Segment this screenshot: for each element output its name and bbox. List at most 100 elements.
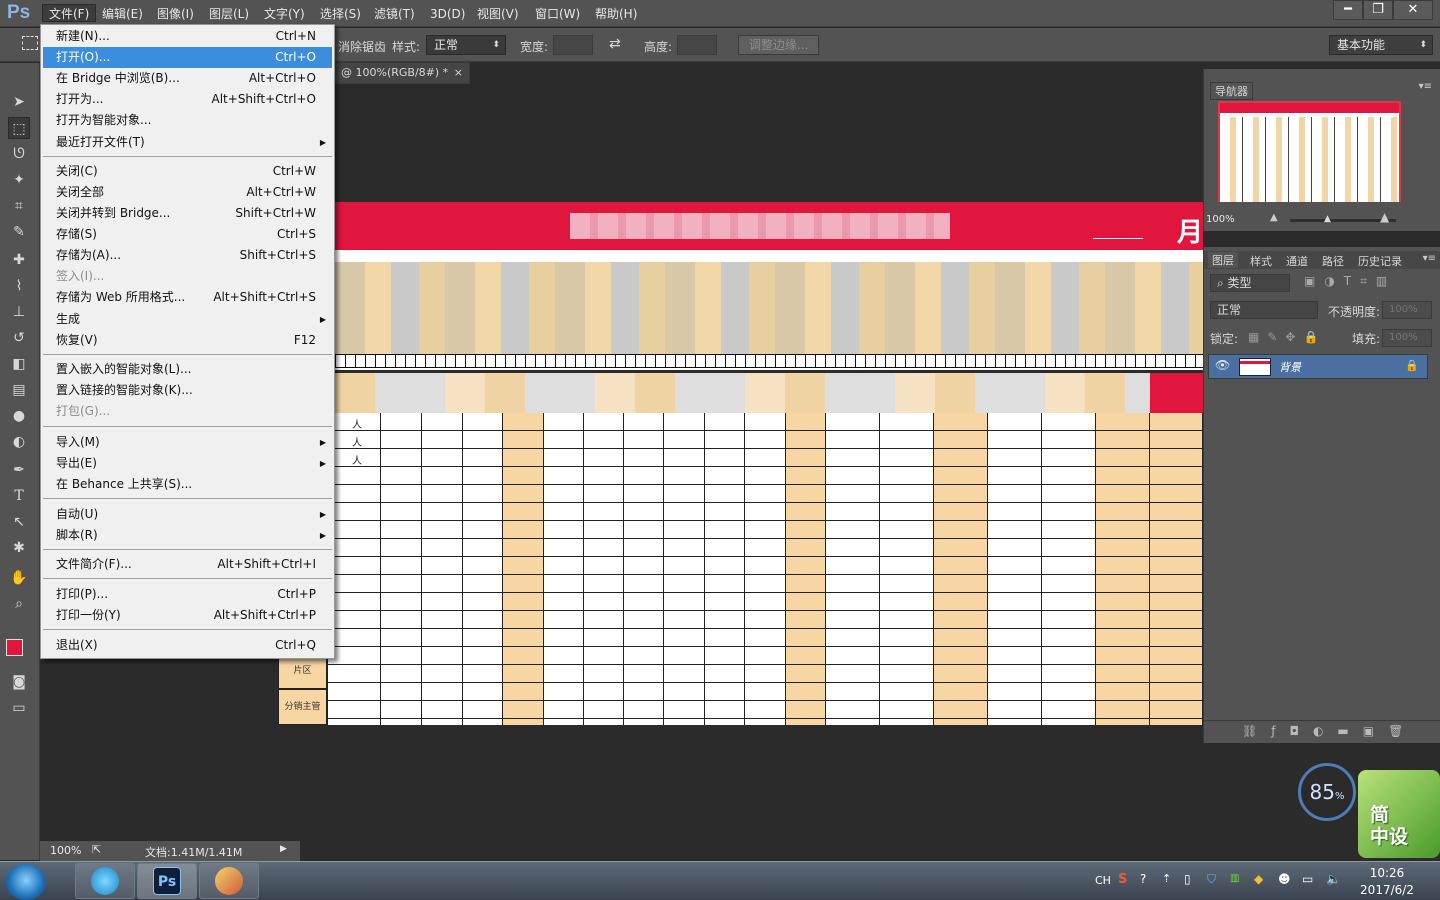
taskbar-app-paint[interactable] bbox=[199, 863, 259, 899]
layer-row-background[interactable]: 👁 背景 🔒 bbox=[1208, 354, 1428, 379]
close-button[interactable]: ✕ bbox=[1393, 0, 1433, 20]
style-select[interactable]: 正常 ⬍ bbox=[426, 35, 506, 55]
menu-window[interactable]: 窗口(W) bbox=[529, 5, 586, 23]
menu-file[interactable]: 文件(F) bbox=[42, 4, 97, 22]
minimize-button[interactable]: ━ bbox=[1333, 0, 1363, 20]
panel-menu-icon[interactable]: ▾≡ bbox=[1419, 81, 1432, 92]
magic-wand-icon[interactable]: ✦ bbox=[8, 169, 30, 191]
blur-tool-icon[interactable]: ● bbox=[8, 405, 30, 427]
hand-tool-icon[interactable]: ✋ bbox=[8, 567, 30, 589]
marquee-tool-icon[interactable]: ⬚ bbox=[8, 117, 30, 139]
help-icon[interactable]: ? bbox=[1140, 872, 1146, 886]
tab-styles[interactable]: 样式 bbox=[1250, 253, 1272, 269]
menu-item-place-embedded[interactable]: 置入嵌入的智能对象(L)... bbox=[43, 359, 332, 380]
zoom-tool-icon[interactable]: ⌕ bbox=[8, 593, 30, 615]
menu-item-revert[interactable]: 恢复(V) F12 bbox=[43, 330, 332, 351]
document-tab[interactable]: @ 100%(RGB/8#) * × bbox=[330, 62, 470, 84]
gradient-tool-icon[interactable]: ▤ bbox=[8, 379, 30, 401]
tab-paths[interactable]: 路径 bbox=[1322, 253, 1344, 269]
menu-item-print[interactable]: 打印(P)... Ctrl+P bbox=[43, 584, 332, 605]
menu-item-place-linked[interactable]: 置入链接的智能对象(K)... bbox=[43, 380, 332, 401]
menu-item-generate[interactable]: 生成 ▶ bbox=[43, 309, 332, 330]
menu-help[interactable]: 帮助(H) bbox=[589, 5, 643, 23]
layer-filter-select[interactable]: ⌕ 类型 bbox=[1210, 274, 1290, 292]
status-zoom[interactable]: 100% bbox=[50, 844, 81, 857]
menu-filter[interactable]: 滤镜(T) bbox=[368, 5, 421, 23]
menu-select[interactable]: 选择(S) bbox=[314, 5, 367, 23]
stamp-tool-icon[interactable]: ⊥ bbox=[8, 301, 30, 323]
navigator-thumbnail[interactable] bbox=[1218, 101, 1401, 202]
ime-indicator[interactable]: CH bbox=[1095, 874, 1111, 887]
layer-name[interactable]: 背景 bbox=[1279, 359, 1301, 375]
menu-item-export[interactable]: 导出(E) ▶ bbox=[43, 453, 332, 474]
height-input[interactable] bbox=[677, 35, 717, 55]
history-brush-icon[interactable]: ↺ bbox=[8, 327, 30, 349]
fill-input[interactable]: 100% bbox=[1382, 329, 1432, 347]
qq-icon[interactable]: ☻ bbox=[1278, 872, 1291, 886]
workspace-select[interactable]: 基本功能 ⬍ bbox=[1329, 35, 1433, 55]
menu-item-close[interactable]: 关闭(C) Ctrl+W bbox=[43, 161, 332, 182]
menu-item-browse-bridge[interactable]: 在 Bridge 中浏览(B)... Alt+Ctrl+O bbox=[43, 68, 332, 89]
eraser-icon[interactable]: ◧ bbox=[8, 353, 30, 375]
performance-gauge[interactable]: 85% bbox=[1298, 763, 1356, 821]
menu-item-open[interactable]: 打开(O)... Ctrl+O bbox=[43, 47, 332, 68]
quick-mask-icon[interactable]: ◙ bbox=[8, 671, 30, 693]
screen-mode-icon[interactable]: ▭ bbox=[8, 697, 30, 719]
layer-action-icons[interactable]: ⛓ƒ◘◐▬▣🗑 bbox=[1242, 724, 1417, 738]
opacity-input[interactable]: 100% bbox=[1382, 301, 1432, 319]
swap-icon[interactable]: ⇄ bbox=[609, 36, 621, 52]
width-input[interactable] bbox=[553, 35, 593, 55]
slider-handle-icon[interactable]: ▲ bbox=[1324, 214, 1331, 224]
eyedropper-icon[interactable]: ✎ bbox=[8, 221, 30, 243]
path-select-icon[interactable]: ↖ bbox=[8, 511, 30, 533]
taskbar-app-photoshop[interactable]: Ps bbox=[137, 863, 197, 899]
clipboard-icon[interactable]: ▯ bbox=[1184, 872, 1191, 886]
menu-item-scripts[interactable]: 脚本(R) ▶ bbox=[43, 525, 332, 546]
menu-type[interactable]: 文字(Y) bbox=[258, 5, 311, 23]
status-arrow-icon[interactable]: ▶ bbox=[280, 844, 287, 854]
navigator-zoom-value[interactable]: 100% bbox=[1206, 214, 1235, 225]
crop-tool-icon[interactable]: ⌗ bbox=[8, 195, 30, 217]
menu-item-close-go-bridge[interactable]: 关闭并转到 Bridge... Shift+Ctrl+W bbox=[43, 203, 332, 224]
shape-tool-icon[interactable]: ✱ bbox=[8, 537, 30, 559]
close-icon[interactable]: × bbox=[454, 63, 463, 83]
shield-icon[interactable]: ⛉ bbox=[1207, 872, 1216, 887]
menu-item-open-as[interactable]: 打开为... Alt+Shift+Ctrl+O bbox=[43, 89, 332, 110]
network-meter-icon[interactable]: ▥ bbox=[1230, 873, 1239, 884]
menu-item-import[interactable]: 导入(M) ▶ bbox=[43, 432, 332, 453]
restore-button[interactable]: ❐ bbox=[1363, 0, 1393, 20]
dodge-tool-icon[interactable]: ◐ bbox=[8, 431, 30, 453]
menu-view[interactable]: 视图(V) bbox=[471, 5, 525, 23]
document-canvas[interactable]: 月 人 人 人 片区 分销主管 bbox=[260, 85, 1203, 725]
menu-edit[interactable]: 编辑(E) bbox=[96, 5, 149, 23]
menu-layer[interactable]: 图层(L) bbox=[203, 5, 255, 23]
menu-item-save-for-web[interactable]: 存储为 Web 所用格式... Alt+Shift+Ctrl+S bbox=[43, 287, 332, 308]
menu-item-share-behance[interactable]: 在 Behance 上共享(S)... bbox=[43, 474, 332, 495]
eye-icon[interactable]: 👁 bbox=[1215, 358, 1230, 372]
security-icon[interactable]: ◆ bbox=[1254, 872, 1263, 886]
menu-image[interactable]: 图像(I) bbox=[151, 5, 200, 23]
menu-3d[interactable]: 3D(D) bbox=[424, 5, 471, 23]
menu-item-close-all[interactable]: 关闭全部 Alt+Ctrl+W bbox=[43, 182, 332, 203]
marquee-tool-preset-icon[interactable] bbox=[22, 36, 38, 50]
menu-item-new[interactable]: 新建(N)... Ctrl+N bbox=[43, 26, 332, 47]
taskbar-app-browser[interactable] bbox=[75, 863, 135, 899]
lock-icons[interactable]: ▦✎✥🔒 bbox=[1248, 330, 1326, 344]
display-icon[interactable]: ▭ bbox=[1302, 872, 1313, 886]
menu-item-save-as[interactable]: 存储为(A)... Shift+Ctrl+S bbox=[43, 245, 332, 266]
layer-filter-icons[interactable]: ▣◑T⌗▥ bbox=[1304, 274, 1396, 289]
menu-item-recent-files[interactable]: 最近打开文件(T) ▶ bbox=[43, 132, 332, 153]
healing-brush-icon[interactable]: ✚ bbox=[8, 249, 30, 271]
tab-layers[interactable]: 图层 bbox=[1208, 252, 1238, 268]
menu-item-file-info[interactable]: 文件简介(F)... Alt+Shift+Ctrl+I bbox=[43, 554, 332, 575]
menu-item-open-smart-object[interactable]: 打开为智能对象... bbox=[43, 110, 332, 131]
brand-widget[interactable]: 简 中设 bbox=[1358, 770, 1440, 858]
menu-item-save[interactable]: 存储(S) Ctrl+S bbox=[43, 224, 332, 245]
tab-channels[interactable]: 通道 bbox=[1286, 253, 1308, 269]
panel-menu-icon[interactable]: ▾≡ bbox=[1423, 253, 1436, 264]
move-tool-icon[interactable]: ➤ bbox=[8, 91, 30, 113]
sogou-icon[interactable]: S bbox=[1118, 872, 1127, 887]
tab-navigator[interactable]: 导航器 bbox=[1210, 82, 1253, 100]
menu-item-exit[interactable]: 退出(X) Ctrl+Q bbox=[43, 635, 332, 656]
menu-item-print-one-copy[interactable]: 打印一份(Y) Alt+Shift+Ctrl+P bbox=[43, 605, 332, 626]
